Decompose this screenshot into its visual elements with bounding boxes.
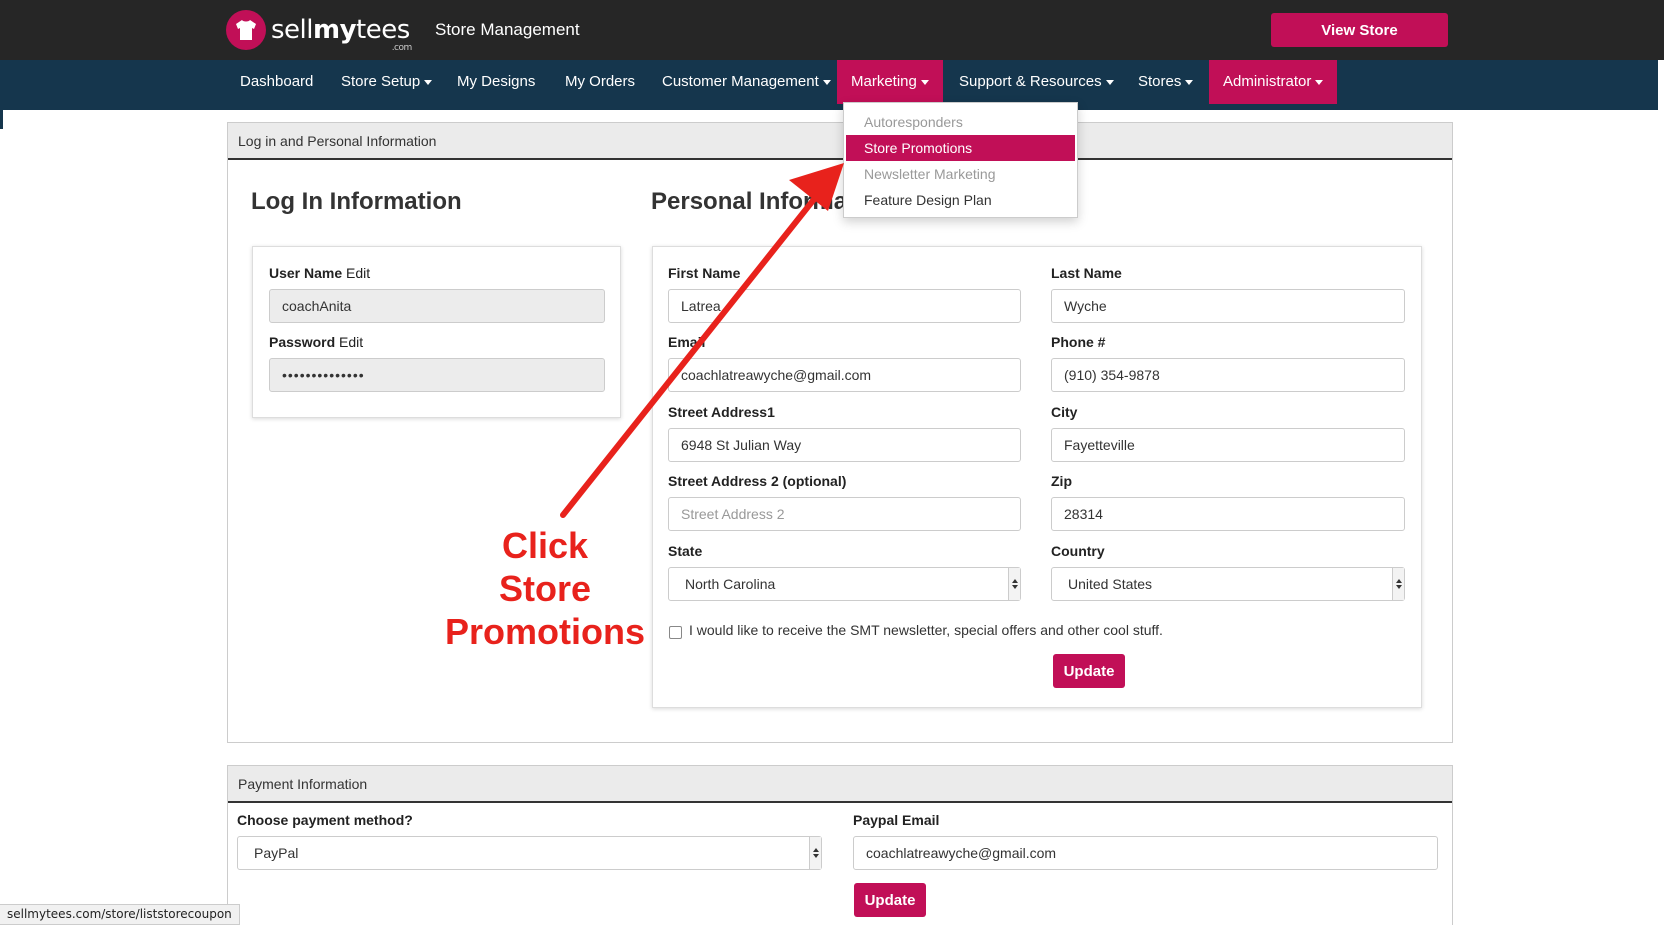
top-bar: sellmytees .com Store Management View Sto…	[0, 0, 1664, 60]
tshirt-logo-icon	[226, 10, 266, 50]
nav-marketing[interactable]: Marketing	[837, 60, 943, 104]
last-name-input[interactable]: Wyche	[1051, 289, 1405, 323]
panel-header: Log in and Personal Information	[228, 123, 1452, 160]
username-field: coachAnita	[269, 289, 605, 323]
menu-item-newsletter-marketing[interactable]: Newsletter Marketing	[844, 161, 1077, 187]
password-edit-link[interactable]: Edit	[339, 334, 363, 350]
page-title: Store Management	[435, 20, 580, 39]
logo-wordmark: sellmytees .com	[271, 15, 412, 53]
password-field: ••••••••••••••	[269, 358, 605, 392]
last-name-label: Last Name	[1051, 265, 1122, 281]
password-label: Password Edit	[269, 334, 364, 350]
login-info-heading: Log In Information	[251, 188, 462, 215]
update-payment-button[interactable]: Update	[854, 883, 926, 917]
street2-label: Street Address 2 (optional)	[668, 473, 847, 489]
browser-status-bar: sellmytees.com/store/liststorecoupon	[0, 904, 240, 925]
phone-input[interactable]: (910) 354-9878	[1051, 358, 1405, 392]
email-input[interactable]: coachlatreawyche@gmail.com	[668, 358, 1021, 392]
sellmytees-logo[interactable]: sellmytees .com	[226, 10, 412, 53]
caret-down-icon	[1105, 79, 1114, 85]
marketing-dropdown: Autoresponders Store Promotions Newslett…	[843, 102, 1078, 218]
panel-header: Payment Information	[228, 766, 1452, 803]
nav-administrator[interactable]: Administrator	[1209, 60, 1338, 104]
street1-input[interactable]: 6948 St Julian Way	[668, 428, 1021, 462]
menu-item-autoresponders[interactable]: Autoresponders	[844, 109, 1077, 135]
country-select[interactable]: United States	[1051, 567, 1405, 601]
annotation-line: Click	[501, 525, 589, 566]
paypal-email-label: Paypal Email	[853, 812, 940, 828]
phone-label: Phone #	[1051, 334, 1106, 350]
nav-my-orders[interactable]: My Orders	[565, 60, 635, 104]
caret-down-icon	[822, 79, 831, 85]
menu-item-store-promotions[interactable]: Store Promotions	[846, 135, 1075, 161]
newsletter-label: I would like to receive the SMT newslett…	[689, 622, 1163, 638]
zip-label: Zip	[1051, 473, 1072, 489]
username-edit-link[interactable]: Edit	[346, 265, 370, 281]
email-label: Email	[668, 334, 706, 350]
paypal-email-input[interactable]: coachlatreawyche@gmail.com	[853, 836, 1438, 870]
city-input[interactable]: Fayetteville	[1051, 428, 1405, 462]
menu-item-feature-design-plan[interactable]: Feature Design Plan	[844, 187, 1077, 213]
zip-input[interactable]: 28314	[1051, 497, 1405, 531]
update-personal-button[interactable]: Update	[1053, 654, 1125, 688]
nav-support-resources[interactable]: Support & Resources	[959, 60, 1114, 104]
nav-dashboard[interactable]: Dashboard	[240, 60, 313, 104]
country-label: Country	[1051, 543, 1105, 559]
payment-method-label: Choose payment method?	[237, 812, 413, 828]
select-arrows-icon	[809, 837, 821, 869]
caret-down-icon	[1185, 79, 1194, 85]
caret-down-icon	[424, 79, 433, 85]
first-name-input[interactable]: Latrea	[668, 289, 1021, 323]
nav-customer-management[interactable]: Customer Management	[662, 60, 831, 104]
city-label: City	[1051, 404, 1078, 420]
page-edge	[0, 60, 3, 129]
view-store-button[interactable]: View Store	[1271, 13, 1448, 47]
caret-down-icon	[920, 79, 929, 85]
street1-label: Street Address1	[668, 404, 775, 420]
newsletter-checkbox[interactable]	[669, 626, 682, 639]
payment-method-select[interactable]: PayPal	[237, 836, 822, 870]
nav-store-setup[interactable]: Store Setup	[341, 60, 433, 104]
username-label: User Name Edit	[269, 265, 371, 281]
first-name-label: First Name	[668, 265, 741, 281]
annotation-line: Promotions	[444, 611, 645, 652]
nav-my-designs[interactable]: My Designs	[457, 60, 535, 104]
state-select[interactable]: North Carolina	[668, 567, 1021, 601]
nav-stores[interactable]: Stores	[1138, 60, 1194, 104]
main-nav: Dashboard Store Setup My Designs My Orde…	[0, 60, 1658, 110]
caret-down-icon	[1315, 79, 1324, 85]
annotation-text: Click Store Promotions	[440, 524, 650, 653]
street2-input[interactable]: Street Address 2	[668, 497, 1021, 531]
state-label: State	[668, 543, 703, 559]
select-arrows-icon	[1392, 568, 1404, 600]
annotation-line: Store	[498, 568, 592, 609]
select-arrows-icon	[1008, 568, 1020, 600]
